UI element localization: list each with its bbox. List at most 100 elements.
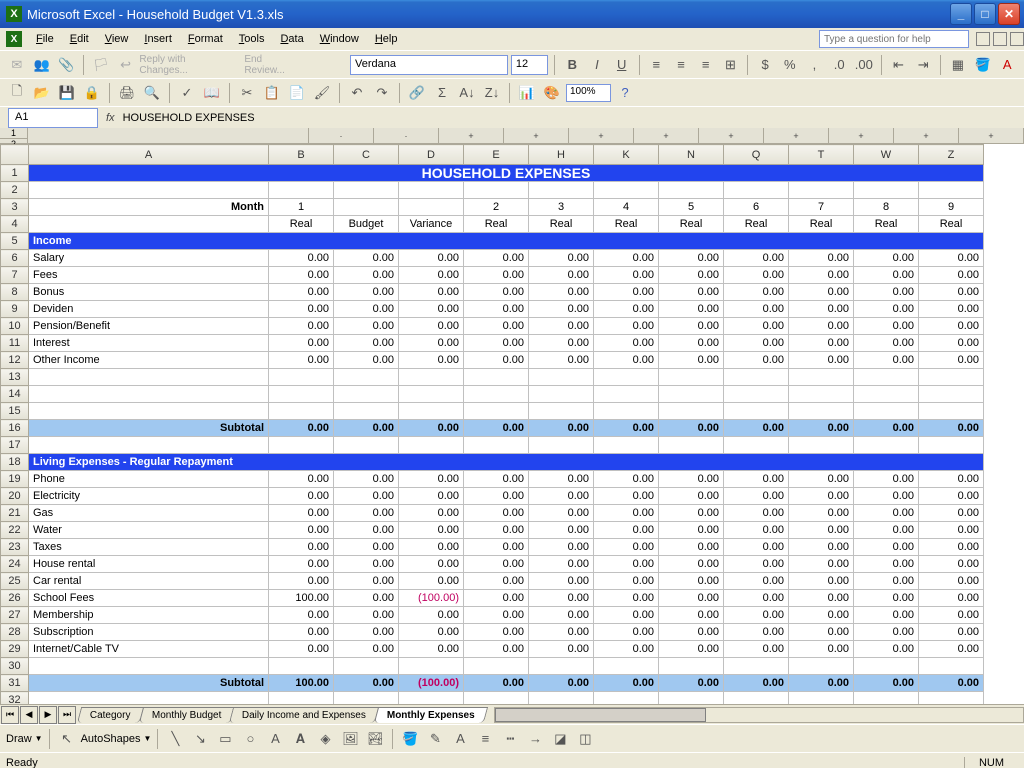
cell[interactable]: 0.00	[334, 284, 399, 301]
cell[interactable]	[269, 369, 334, 386]
column-header[interactable]: H	[529, 145, 594, 165]
merge-icon[interactable]: ⊞	[720, 54, 742, 76]
increase-decimal-icon[interactable]: .0	[828, 54, 850, 76]
tab-next-icon[interactable]: ▶	[39, 706, 57, 724]
cell[interactable]	[334, 182, 399, 199]
outline-toggle[interactable]: +	[699, 128, 764, 143]
menu-edit[interactable]: Edit	[62, 31, 97, 47]
cell[interactable]	[464, 692, 529, 705]
reply-icon[interactable]: ↩	[115, 54, 137, 76]
cell[interactable]	[919, 403, 984, 420]
cell[interactable]: 0.00	[594, 624, 659, 641]
preview-icon[interactable]: 🔍	[141, 82, 163, 104]
research-icon[interactable]: 📖	[201, 82, 223, 104]
cell[interactable]: 0.00	[659, 284, 724, 301]
cell[interactable]: 0.00	[464, 301, 529, 318]
row-header[interactable]: 27	[1, 607, 29, 624]
mail-icon[interactable]: ✉	[6, 54, 28, 76]
cell[interactable]: 0.00	[659, 471, 724, 488]
autoshapes-menu[interactable]: AutoShapes	[81, 733, 141, 745]
column-header[interactable]: W	[854, 145, 919, 165]
cell[interactable]: 0.00	[529, 675, 594, 692]
select-all-cell[interactable]	[1, 145, 29, 165]
sheet-title[interactable]: HOUSEHOLD EXPENSES	[29, 165, 984, 182]
cell[interactable]	[854, 658, 919, 675]
tab-first-icon[interactable]: ⏮	[1, 706, 19, 724]
cell[interactable]: 0.00	[399, 607, 464, 624]
menu-insert[interactable]: Insert	[136, 31, 180, 47]
row-header[interactable]: 10	[1, 318, 29, 335]
cell[interactable]: 0.00	[724, 318, 789, 335]
cell[interactable]	[29, 437, 269, 454]
cell[interactable]: 0.00	[724, 420, 789, 437]
cell[interactable]: 0.00	[919, 267, 984, 284]
cell[interactable]: 0.00	[399, 624, 464, 641]
draw-menu[interactable]: Draw	[6, 733, 32, 745]
cell[interactable]: 0.00	[594, 471, 659, 488]
cell[interactable]: 0.00	[269, 250, 334, 267]
cell[interactable]: 0.00	[854, 352, 919, 369]
underline-button[interactable]: U	[611, 54, 633, 76]
row-header[interactable]: 3	[1, 199, 29, 216]
cell[interactable]: 0.00	[269, 539, 334, 556]
row-header[interactable]: 8	[1, 284, 29, 301]
cell[interactable]: 0.00	[269, 556, 334, 573]
cell[interactable]: Membership	[29, 607, 269, 624]
cell[interactable]: (100.00)	[399, 675, 464, 692]
cell[interactable]: 0.00	[334, 641, 399, 658]
row-header[interactable]: 2	[1, 182, 29, 199]
cell[interactable]: 0.00	[529, 624, 594, 641]
sheet-tab[interactable]: Monthly Budget	[138, 707, 234, 723]
cell[interactable]: 0.00	[334, 539, 399, 556]
cell[interactable]: Real	[594, 216, 659, 233]
cell[interactable]: 0.00	[399, 522, 464, 539]
cell[interactable]	[659, 658, 724, 675]
cell[interactable]: 0.00	[659, 556, 724, 573]
cell[interactable]: 0.00	[334, 505, 399, 522]
cell[interactable]: 0.00	[399, 539, 464, 556]
cell[interactable]: 0.00	[919, 624, 984, 641]
column-header[interactable]: B	[269, 145, 334, 165]
cell[interactable]	[854, 369, 919, 386]
cell[interactable]	[854, 386, 919, 403]
cell[interactable]	[854, 403, 919, 420]
cell[interactable]: 0.00	[659, 250, 724, 267]
cell[interactable]: Salary	[29, 250, 269, 267]
cell[interactable]	[854, 437, 919, 454]
align-center-icon[interactable]: ≡	[670, 54, 692, 76]
cell[interactable]	[659, 692, 724, 705]
row-header[interactable]: 11	[1, 335, 29, 352]
cell[interactable]: 0.00	[919, 556, 984, 573]
cell[interactable]	[724, 658, 789, 675]
outline-toggle[interactable]: +	[439, 128, 504, 143]
cell[interactable]: Internet/Cable TV	[29, 641, 269, 658]
menu-data[interactable]: Data	[272, 31, 311, 47]
menu-format[interactable]: Format	[180, 31, 231, 47]
row-header[interactable]: 12	[1, 352, 29, 369]
cell[interactable]	[464, 182, 529, 199]
cell[interactable]	[529, 437, 594, 454]
cell[interactable]	[334, 403, 399, 420]
cell[interactable]: 0.00	[854, 624, 919, 641]
row-header[interactable]: 19	[1, 471, 29, 488]
row-header[interactable]: 13	[1, 369, 29, 386]
cell[interactable]: 0.00	[334, 318, 399, 335]
cell[interactable]	[29, 658, 269, 675]
cell[interactable]: 0.00	[724, 641, 789, 658]
cell[interactable]: 0.00	[659, 522, 724, 539]
spreadsheet-grid[interactable]: ABCDEHKNQTWZ 1HOUSEHOLD EXPENSES23Month1…	[0, 144, 1024, 704]
cell[interactable]	[919, 182, 984, 199]
cell[interactable]: Subscription	[29, 624, 269, 641]
cell[interactable]	[29, 369, 269, 386]
bold-button[interactable]: B	[561, 54, 583, 76]
zoom-selector[interactable]: 100%	[566, 84, 611, 102]
row-header[interactable]: 32	[1, 692, 29, 705]
row-header[interactable]: 25	[1, 573, 29, 590]
cell[interactable]: 0.00	[854, 675, 919, 692]
cell[interactable]: 3	[529, 199, 594, 216]
row-header[interactable]: 29	[1, 641, 29, 658]
cell[interactable]	[529, 692, 594, 705]
cell[interactable]: 7	[789, 199, 854, 216]
cell[interactable]: 0.00	[659, 505, 724, 522]
cell[interactable]: 0.00	[529, 488, 594, 505]
